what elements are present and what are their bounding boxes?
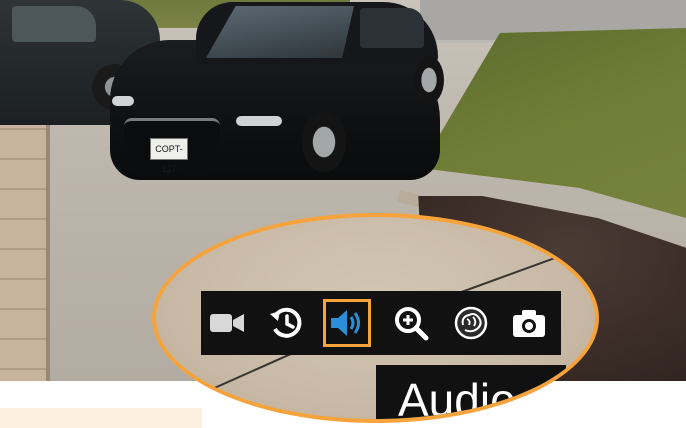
audio-icon [331, 310, 360, 336]
snapshot-camera-icon [513, 310, 545, 337]
zoom-button[interactable] [387, 299, 435, 347]
zoom-callout: Audio [152, 213, 599, 423]
video-button[interactable] [203, 299, 251, 347]
car-window [12, 6, 96, 42]
car-headlight [112, 96, 134, 106]
caption-bar [0, 408, 202, 428]
audio-button[interactable] [323, 299, 371, 347]
license-plate: COPT-127 [150, 138, 188, 174]
video-camera-icon [210, 314, 244, 332]
tooltip: Audio [376, 365, 566, 419]
car-headlight [236, 116, 282, 126]
brain-icon [454, 306, 488, 340]
camera-toolbar [201, 291, 561, 355]
car-side-window [360, 8, 424, 48]
playback-icon [270, 307, 302, 338]
snapshot-button[interactable] [505, 299, 553, 347]
playback-button[interactable] [263, 299, 311, 347]
zoom-in-icon [395, 307, 429, 341]
car-wheel-rear [414, 56, 444, 104]
smart-detection-button[interactable] [447, 299, 495, 347]
car-wheel-front [302, 112, 346, 172]
